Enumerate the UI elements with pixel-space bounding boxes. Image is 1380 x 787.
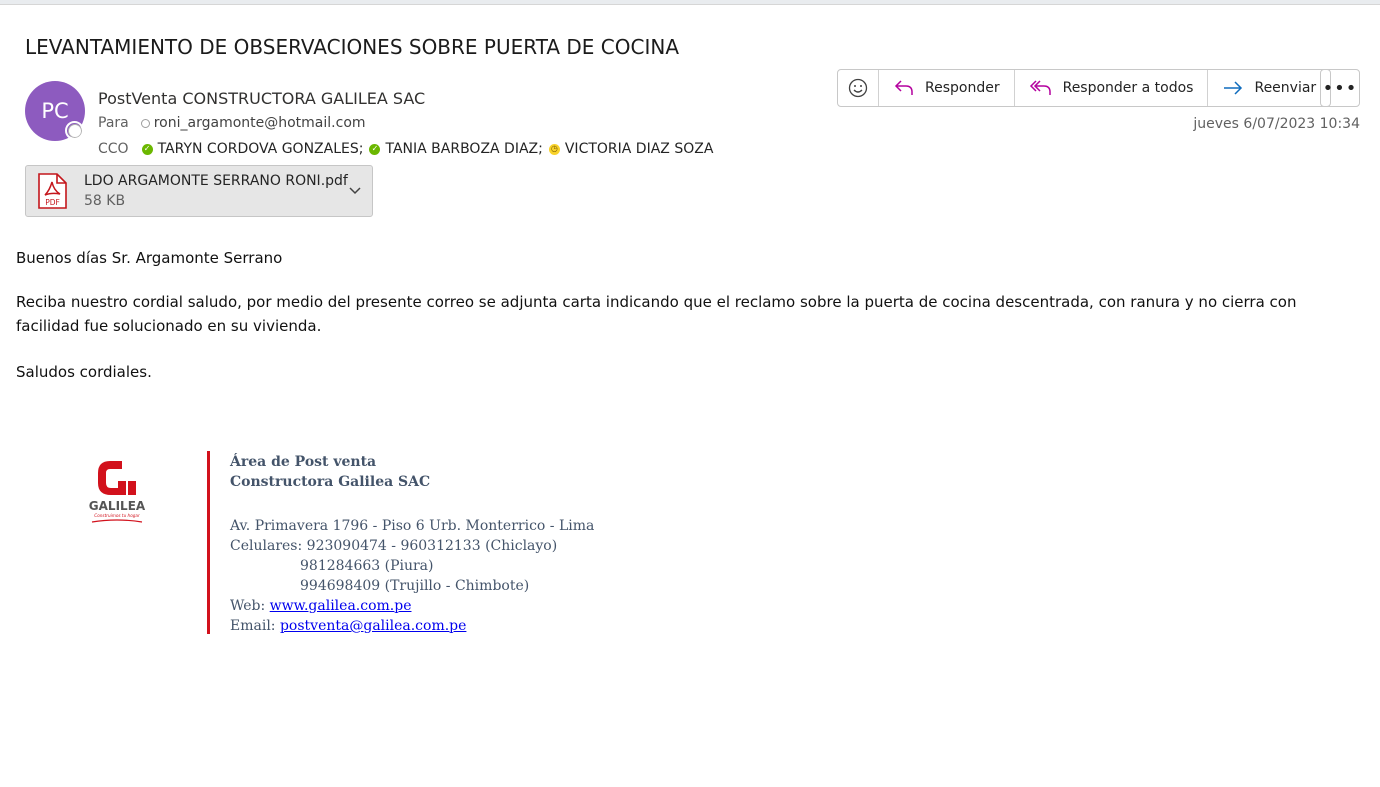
logo-text: GALILEA [89, 499, 146, 513]
pdf-icon-label: PDF [45, 198, 60, 207]
signature-block: Área de Post venta Constructora Galilea … [230, 452, 594, 636]
reply-label: Responder [925, 80, 1000, 96]
signature-divider [207, 451, 210, 634]
web-link[interactable]: www.galilea.com.pe [270, 598, 412, 614]
web-label: Web: [230, 598, 270, 614]
message-actions: Responder Responder a todos Reenviar [837, 69, 1332, 107]
email-subject: LEVANTAMIENTO DE OBSERVACIONES SOBRE PUE… [25, 35, 680, 59]
forward-button[interactable]: Reenviar [1208, 70, 1330, 106]
reply-all-button[interactable]: Responder a todos [1015, 70, 1209, 106]
email-link[interactable]: postventa@galilea.com.pe [280, 618, 466, 634]
phones-label: Celulares: [230, 538, 307, 554]
signature-dept: Área de Post venta [230, 454, 377, 470]
reply-button[interactable]: Responder [879, 70, 1015, 106]
greeting: Buenos días Sr. Argamonte Serrano [16, 249, 283, 267]
avatar-initials: PC [41, 99, 69, 123]
to-row: Para roni_argamonte@hotmail.com [98, 115, 366, 131]
presence-away-icon: ◷ [548, 143, 560, 155]
cco-recipient[interactable]: TARYN CORDOVA GONZALES; [158, 141, 364, 157]
pdf-file-icon: PDF [38, 173, 67, 209]
logo-tagline: Construimos tu hogar [94, 513, 140, 518]
presence-available-icon: ✓ [141, 143, 153, 155]
email-label: Email: [230, 618, 280, 634]
phones-trujillo: 994698409 (Trujillo - Chimbote) [300, 578, 530, 594]
smiley-icon [848, 78, 868, 98]
reaction-button[interactable] [838, 70, 879, 106]
signature-company: Constructora Galilea SAC [230, 474, 431, 490]
body-paragraph: Reciba nuestro cordial saludo, por medio… [16, 293, 1297, 335]
cco-label: CCO [98, 141, 129, 157]
attachment-card[interactable]: PDF LDO ARGAMONTE SERRANO RONI.pdf 58 KB [25, 165, 373, 217]
signature-web-line: Web: www.galilea.com.pe [230, 596, 594, 616]
to-recipient[interactable]: roni_argamonte@hotmail.com [154, 115, 366, 131]
signature-email-line: Email: postventa@galilea.com.pe [230, 616, 594, 636]
presence-available-icon: ✓ [369, 143, 381, 155]
more-icon: ••• [1322, 77, 1358, 99]
closing: Saludos cordiales. [16, 363, 152, 381]
presence-unknown-icon [65, 121, 84, 140]
more-actions-button[interactable]: ••• [1320, 69, 1360, 107]
presence-offline-icon [140, 118, 150, 128]
sender-name[interactable]: PostVenta CONSTRUCTORA GALILEA SAC [98, 89, 425, 108]
forward-arrow-icon [1224, 81, 1243, 95]
cco-recipient[interactable]: VICTORIA DIAZ SOZA [565, 141, 714, 157]
to-label: Para [98, 115, 129, 131]
top-bar [0, 0, 1380, 5]
attachment-name: LDO ARGAMONTE SERRANO RONI.pdf [84, 173, 348, 189]
galilea-logo: GALILEA Construimos tu hogar [89, 461, 146, 523]
signature-address: Av. Primavera 1796 - Piso 6 Urb. Monterr… [230, 518, 595, 534]
phones-piura: 981284663 (Piura) [300, 558, 434, 574]
reply-all-icon [1029, 80, 1051, 95]
attachment-size: 58 KB [84, 193, 126, 209]
signature-phones-line: Celulares: 923090474 - 960312133 (Chicla… [230, 536, 594, 556]
phones-chiclayo: 923090474 - 960312133 (Chiclayo) [306, 538, 558, 554]
reply-all-label: Responder a todos [1062, 80, 1194, 96]
cco-row: CCO ✓ TARYN CORDOVA GONZALES; ✓ TANIA BA… [98, 141, 713, 157]
chevron-down-icon[interactable] [348, 185, 362, 197]
reply-icon [894, 80, 913, 95]
forward-label: Reenviar [1254, 80, 1317, 96]
email-date: jueves 6/07/2023 10:34 [1193, 116, 1360, 132]
cco-recipient[interactable]: TANIA BARBOZA DIAZ; [385, 141, 542, 157]
